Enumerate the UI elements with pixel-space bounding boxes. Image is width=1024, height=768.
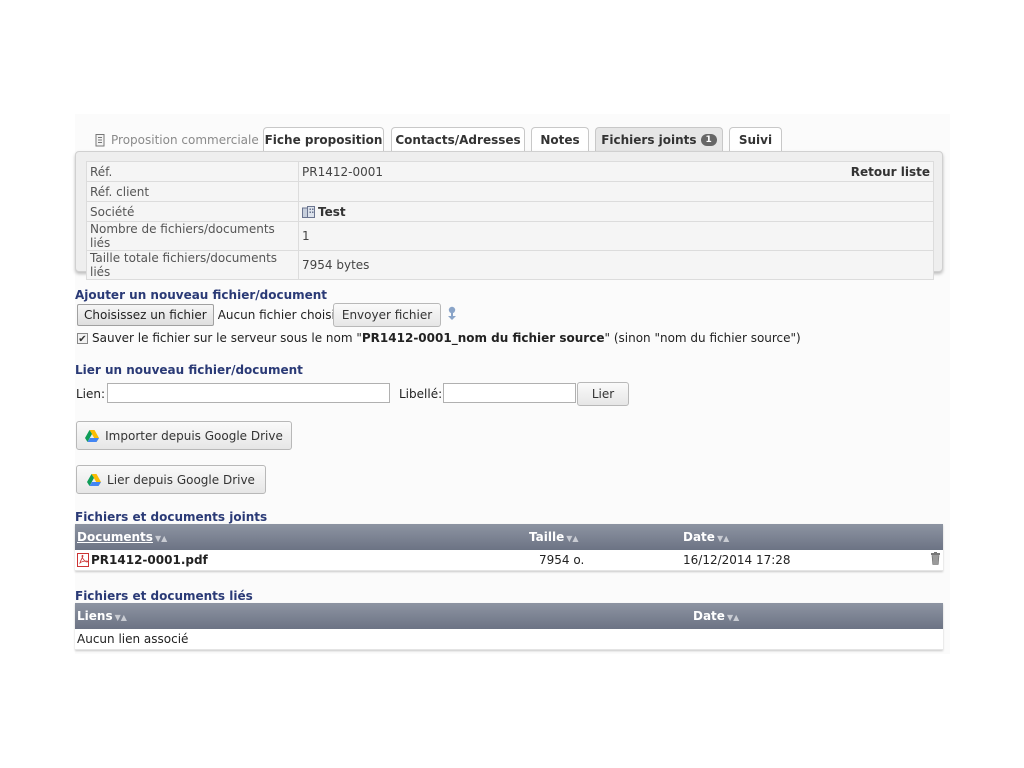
info-row-ref: Réf. PR1412-0001 Retour liste <box>86 161 934 182</box>
file-link[interactable]: PR1412-0001.pdf <box>91 553 208 567</box>
link-section-title: Lier un nouveau fichier/document <box>75 363 303 377</box>
save-name-text: Sauver le fichier sur le serveur sous le… <box>92 331 801 345</box>
back-to-list-link[interactable]: Retour liste <box>851 165 930 179</box>
company-link[interactable]: Test <box>318 205 346 219</box>
col-date[interactable]: Date ▼▲ <box>681 524 901 550</box>
col-linked-date[interactable]: Date ▼▲ <box>691 603 943 629</box>
company-value-cell: Test <box>298 201 934 222</box>
sort-arrows-icon[interactable]: ▼▲ <box>717 534 729 543</box>
building-icon <box>302 205 315 218</box>
trash-icon[interactable] <box>930 552 941 565</box>
col-links[interactable]: Liens ▼▲ <box>75 603 691 629</box>
ref-value-cell: PR1412-0001 Retour liste <box>298 161 934 182</box>
tab-first-label: Proposition commerciale <box>111 133 259 147</box>
tab-suivi[interactable]: Suivi <box>729 127 782 152</box>
save-text-filename: PR1412-0001_nom du fichier source <box>361 331 605 345</box>
import-google-drive-label: Importer depuis Google Drive <box>105 428 283 443</box>
col-size[interactable]: Taille ▼▲ <box>527 524 681 550</box>
info-row-nb-files: Nombre de fichiers/documents liés 1 <box>86 221 934 251</box>
file-size: 7954 o. <box>527 550 681 571</box>
file-date: 16/12/2014 17:28 <box>681 550 901 571</box>
save-name-option: ✔ Sauver le fichier sur le serveur sous … <box>77 331 801 345</box>
attached-files-title: Fichiers et documents joints <box>75 510 268 524</box>
col-date-label: Date <box>683 530 715 544</box>
proposal-info-table: Réf. PR1412-0001 Retour liste Réf. client… <box>86 161 934 280</box>
ref-label: Réf. <box>86 161 299 182</box>
sort-arrows-icon[interactable]: ▼▲ <box>566 534 578 543</box>
no-file-chosen-text: Aucun fichier choisi <box>217 307 335 322</box>
linked-header-row: Liens ▼▲ Date ▼▲ <box>75 603 943 629</box>
total-size-value: 7954 bytes <box>298 250 934 280</box>
col-linked-date-label: Date <box>693 609 725 623</box>
ref-value: PR1412-0001 <box>302 164 383 179</box>
attached-files-table: Documents ▼▲ Taille ▼▲ Date ▼▲ PR1412-0001.… <box>75 524 943 571</box>
col-actions <box>901 524 943 550</box>
save-name-checkbox[interactable]: ✔ <box>77 332 88 345</box>
page: Proposition commerciale Fiche propositio… <box>75 114 950 654</box>
link-title-input[interactable] <box>443 383 576 403</box>
file-name-cell: PR1412-0001.pdf <box>75 550 527 571</box>
file-actions-cell <box>901 550 943 571</box>
total-size-label: Taille totale fichiers/documents liés <box>86 250 299 280</box>
table-row: Aucun lien associé <box>75 629 943 650</box>
choose-file-button[interactable]: Choisissez un fichier <box>77 303 214 326</box>
link-title-label: Libellé: <box>399 387 443 401</box>
attached-header-row: Documents ▼▲ Taille ▼▲ Date ▼▲ <box>75 524 943 550</box>
nb-files-label: Nombre de fichiers/documents liés <box>86 221 299 251</box>
tab-contacts-adresses[interactable]: Contacts/Adresses <box>391 127 525 152</box>
info-row-company: Société Test <box>86 201 934 222</box>
tab-label: Fiche proposition <box>264 133 383 147</box>
tab-notes[interactable]: Notes <box>531 127 589 152</box>
google-drive-icon <box>85 429 100 442</box>
link-submit-button[interactable]: Lier <box>577 382 629 406</box>
sort-arrows-icon[interactable]: ▼▲ <box>115 613 127 622</box>
no-links-text: Aucun lien associé <box>75 629 943 650</box>
proposal-info-box: Réf. PR1412-0001 Retour liste Réf. client… <box>75 151 943 280</box>
tab-label: Contacts/Adresses <box>395 133 521 147</box>
link-google-drive-button[interactable]: Lier depuis Google Drive <box>76 465 266 494</box>
document-icon <box>95 133 105 146</box>
tab-fichiers-joints[interactable]: Fichiers joints 1 <box>595 127 723 152</box>
linked-files-title: Fichiers et documents liés <box>75 589 253 603</box>
link-url-input[interactable] <box>107 383 390 403</box>
import-google-drive-button[interactable]: Importer depuis Google Drive <box>76 421 292 450</box>
table-row: PR1412-0001.pdf 7954 o. 16/12/2014 17:28 <box>75 550 943 571</box>
tab-label: Fichiers joints <box>601 133 697 147</box>
save-text-before: Sauver le fichier sur le serveur sous le… <box>92 331 362 345</box>
nb-files-value: 1 <box>298 221 934 251</box>
link-google-drive-label: Lier depuis Google Drive <box>107 472 255 487</box>
col-documents[interactable]: Documents ▼▲ <box>75 524 527 550</box>
company-label: Société <box>86 201 299 222</box>
client-ref-value <box>298 181 934 202</box>
linked-files-table: Liens ▼▲ Date ▼▲ Aucun lien associé <box>75 603 943 650</box>
link-label: Lien: <box>76 387 106 401</box>
col-links-label: Liens <box>77 609 113 623</box>
tab-fiche-proposition[interactable]: Fiche proposition <box>263 127 384 152</box>
info-row-total-size: Taille totale fichiers/documents liés 79… <box>86 250 934 280</box>
col-documents-label: Documents <box>77 530 153 544</box>
send-file-button[interactable]: Envoyer fichier <box>333 303 441 327</box>
info-row-client-ref: Réf. client <box>86 181 934 202</box>
info-icon <box>448 306 456 320</box>
tab-label: Notes <box>540 133 580 147</box>
sort-arrows-icon[interactable]: ▼▲ <box>727 613 739 622</box>
save-text-after: " (sinon "nom du fichier source") <box>604 331 801 345</box>
tab-label: Suivi <box>738 133 773 147</box>
col-size-label: Taille <box>529 530 565 544</box>
files-count-badge: 1 <box>700 134 717 146</box>
tab-proposition-commerciale: Proposition commerciale <box>95 133 259 147</box>
client-ref-label: Réf. client <box>86 181 299 202</box>
sort-arrows-icon[interactable]: ▼▲ <box>155 534 167 543</box>
google-drive-icon <box>87 473 102 486</box>
upload-section-title: Ajouter un nouveau fichier/document <box>75 288 328 302</box>
pdf-icon <box>77 553 89 567</box>
file-chooser[interactable]: Choisissez un fichier Aucun fichier choi… <box>77 302 335 327</box>
